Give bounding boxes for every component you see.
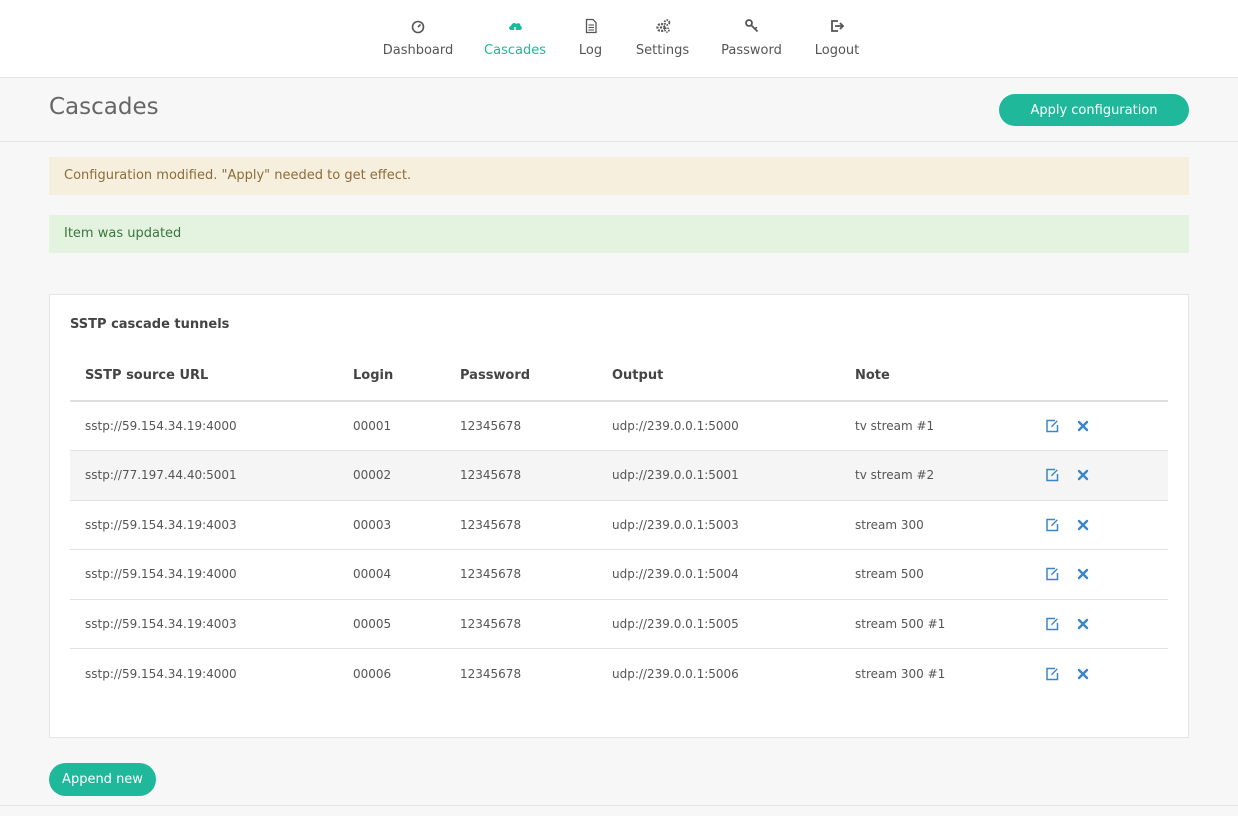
cell-actions xyxy=(1037,649,1168,699)
logout-icon xyxy=(831,20,845,32)
cascade-tunnels-panel: SSTP cascade tunnels SSTP source URL Log… xyxy=(49,294,1189,738)
cell-login: 00004 xyxy=(353,549,460,600)
cell-password: 12345678 xyxy=(460,401,612,451)
cell-note: tv stream #1 xyxy=(855,401,1037,451)
nav-label-dashboard: Dashboard xyxy=(382,43,454,58)
table-row: sstp://59.154.34.19:4000 00006 12345678 udp… xyxy=(70,649,1168,699)
delete-icon[interactable] xyxy=(1076,567,1090,581)
column-header-login: Login xyxy=(353,351,460,402)
page-header: Cascades Apply configuration xyxy=(0,78,1238,142)
cell-login: 00002 xyxy=(353,450,460,501)
cell-actions xyxy=(1037,599,1168,649)
cell-url: sstp://77.197.44.40:5001 xyxy=(70,450,353,501)
document-icon xyxy=(585,18,597,34)
apply-configuration-button[interactable]: Apply configuration xyxy=(999,94,1189,126)
table-header-row: SSTP source URL Login Password Output No… xyxy=(70,351,1168,402)
table-row: sstp://59.154.34.19:4000 00004 12345678 udp… xyxy=(70,549,1168,600)
nav-label-cascades: Cascades xyxy=(484,43,546,58)
cell-actions xyxy=(1037,450,1168,501)
table-row: sstp://59.154.34.19:4003 00005 12345678 udp… xyxy=(70,599,1168,649)
column-header-note: Note xyxy=(855,351,1037,402)
column-header-output: Output xyxy=(612,351,855,402)
delete-icon[interactable] xyxy=(1076,468,1090,482)
page-title: Cascades xyxy=(49,94,159,120)
row-actions xyxy=(1045,617,1168,631)
edit-icon[interactable] xyxy=(1045,567,1059,581)
cell-login: 00005 xyxy=(353,599,460,649)
cloud-icon xyxy=(509,22,522,34)
cell-url: sstp://59.154.34.19:4003 xyxy=(70,599,353,649)
nav-item-settings[interactable]: Settings xyxy=(636,17,689,65)
cell-url: sstp://59.154.34.19:4000 xyxy=(70,549,353,600)
footer-divider xyxy=(0,805,1238,806)
row-actions xyxy=(1045,518,1168,532)
key-icon xyxy=(744,19,758,33)
table-row: sstp://59.154.34.19:4000 00001 12345678 udp… xyxy=(70,401,1168,451)
success-alert: Item was updated xyxy=(49,215,1189,253)
delete-icon[interactable] xyxy=(1076,419,1090,433)
cell-output: udp://239.0.0.1:5003 xyxy=(612,500,855,550)
cell-password: 12345678 xyxy=(460,599,612,649)
edit-icon[interactable] xyxy=(1045,468,1059,482)
row-actions xyxy=(1045,667,1168,681)
table-row: sstp://59.154.34.19:4003 00003 12345678 udp… xyxy=(70,500,1168,550)
cell-output: udp://239.0.0.1:5006 xyxy=(612,666,739,681)
gears-icon xyxy=(655,19,670,33)
cell-actions xyxy=(1037,401,1168,451)
nav-item-cascades[interactable]: Cascades xyxy=(484,17,546,65)
top-navigation: Dashboard Cascades Log Settings Password… xyxy=(0,0,1238,78)
row-actions xyxy=(1045,419,1168,433)
cell-note: stream 500 #1 xyxy=(855,599,1037,649)
cell-output: udp://239.0.0.1:5005 xyxy=(612,599,855,649)
cell-password: 12345678 xyxy=(460,666,522,681)
cell-url: sstp://59.154.34.19:4000 xyxy=(70,401,353,451)
edit-icon[interactable] xyxy=(1045,419,1059,433)
column-header-actions xyxy=(1037,351,1168,402)
cell-note: stream 300 xyxy=(855,500,1037,550)
nav-label-logout: Logout xyxy=(814,43,860,58)
table-row: sstp://77.197.44.40:5001 00002 12345678 udp… xyxy=(70,450,1168,501)
cell-password: 12345678 xyxy=(460,549,612,600)
cell-output: udp://239.0.0.1:5000 xyxy=(612,401,855,451)
cell-output: udp://239.0.0.1:5001 xyxy=(612,450,855,501)
cell-password: 12345678 xyxy=(460,500,612,550)
nav-label-log: Log xyxy=(578,43,603,58)
cell-actions xyxy=(1037,500,1168,550)
panel-title: SSTP cascade tunnels xyxy=(70,317,230,332)
gauge-icon xyxy=(411,20,425,34)
nav-item-password[interactable]: Password xyxy=(721,17,782,65)
nav-item-dashboard[interactable]: Dashboard xyxy=(382,17,454,65)
cell-url: sstp://59.154.34.19:4000 xyxy=(85,666,237,681)
row-actions xyxy=(1045,468,1168,482)
row-actions xyxy=(1045,567,1168,581)
append-new-button[interactable]: Append new xyxy=(49,763,156,796)
cell-login: 00006 xyxy=(353,666,392,681)
delete-icon[interactable] xyxy=(1076,617,1090,631)
cell-actions xyxy=(1037,549,1168,600)
edit-icon[interactable] xyxy=(1045,617,1059,631)
cascades-table: SSTP source URL Login Password Output No… xyxy=(70,351,1168,698)
nav-label-password: Password xyxy=(721,43,782,58)
cell-output: udp://239.0.0.1:5004 xyxy=(612,549,855,600)
column-header-url: SSTP source URL xyxy=(70,351,353,402)
cell-url: sstp://59.154.34.19:4003 xyxy=(70,500,353,550)
nav-item-log[interactable]: Log xyxy=(578,17,603,65)
edit-icon[interactable] xyxy=(1045,518,1059,532)
cell-note: tv stream #2 xyxy=(855,450,1037,501)
delete-icon[interactable] xyxy=(1076,518,1090,532)
edit-icon[interactable] xyxy=(1045,667,1059,681)
cell-login: 00001 xyxy=(353,401,460,451)
column-header-password: Password xyxy=(460,351,612,402)
delete-icon[interactable] xyxy=(1076,667,1090,681)
nav-label-settings: Settings xyxy=(635,43,690,58)
cell-login: 00003 xyxy=(353,500,460,550)
cell-note: stream 500 xyxy=(855,549,1037,600)
cell-password: 12345678 xyxy=(460,450,612,501)
nav-item-logout[interactable]: Logout xyxy=(814,17,860,65)
cell-note: stream 300 #1 xyxy=(855,666,946,681)
warning-alert: Configuration modified. "Apply" needed t… xyxy=(49,157,1189,195)
